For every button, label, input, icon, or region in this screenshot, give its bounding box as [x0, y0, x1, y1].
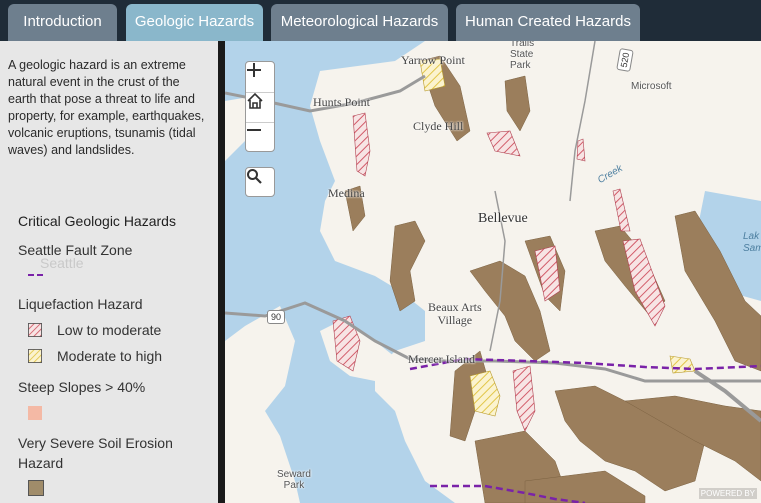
zoom-in-button[interactable]: [246, 62, 274, 93]
fault-line-swatch: [28, 274, 46, 276]
moderate-high-swatch: [28, 349, 42, 363]
intro-text: A geologic hazard is an extreme natural …: [8, 58, 205, 157]
legend-heading-soil-erosion: Very Severe Soil Erosion Hazard: [18, 435, 173, 471]
map-label-mercer-island: Mercer Island: [408, 352, 475, 366]
map-label-beaux-arts-village: Beaux Arts Village: [428, 300, 482, 327]
home-icon: [247, 92, 263, 109]
powered-by-attribution[interactable]: POWERED BY: [698, 488, 757, 499]
legend-title: Critical Geologic Hazards: [18, 213, 176, 229]
tab-geologic-hazards[interactable]: Geologic Hazards: [126, 4, 263, 41]
minus-icon: [247, 129, 261, 131]
tab-bar: Introduction Geologic Hazards Meteorolog…: [0, 0, 761, 41]
map-label-lake-sammamish: Lak Samm: [743, 231, 761, 254]
highway-shield-i90: 90: [267, 310, 285, 324]
legend-item-low-moderate: Low to moderate: [57, 322, 162, 338]
search-button[interactable]: [245, 167, 275, 197]
tab-human-created-hazards[interactable]: Human Created Hazards: [456, 4, 640, 41]
map-label-hunts-point: Hunts Point: [313, 95, 371, 109]
map-label-bridle-trails: Trails State Park: [510, 41, 535, 71]
panel-scrollbar[interactable]: [218, 41, 225, 503]
legend-item-moderate-high: Moderate to high: [57, 348, 163, 364]
plus-icon: [247, 63, 261, 77]
map-label-yarrow-point: Yarrow Point: [401, 53, 465, 67]
steep-slopes-swatch: [28, 406, 42, 420]
zoom-controls: [245, 61, 275, 152]
map-canvas: [225, 41, 761, 503]
tab-introduction[interactable]: Introduction: [8, 4, 117, 41]
map-label-bellevue: Bellevue: [478, 211, 528, 226]
hazard-map[interactable]: Hunts Point Yarrow Point Clyde Hill Medi…: [225, 41, 761, 503]
legend-heading-seattle-fault: Seattle Fault Zone: [18, 242, 133, 258]
legend-heading-steep-slopes: Steep Slopes > 40%: [18, 379, 146, 395]
home-button[interactable]: [246, 92, 274, 123]
legend-panel: Seattle A geologic hazard is an extreme …: [0, 41, 218, 503]
map-label-seward-park: Seward Park: [277, 469, 311, 491]
low-moderate-swatch: [28, 323, 42, 337]
soil-erosion-swatch: [28, 480, 44, 496]
map-label-clyde-hill: Clyde Hill: [413, 119, 464, 133]
map-label-microsoft: Microsoft: [631, 81, 672, 92]
search-icon: [247, 169, 262, 184]
legend-heading-liquefaction: Liquefaction Hazard: [18, 296, 143, 312]
zoom-out-button[interactable]: [246, 122, 274, 152]
tab-meteorological-hazards[interactable]: Meteorological Hazards: [271, 4, 448, 41]
map-label-medina: Medina: [328, 186, 365, 200]
